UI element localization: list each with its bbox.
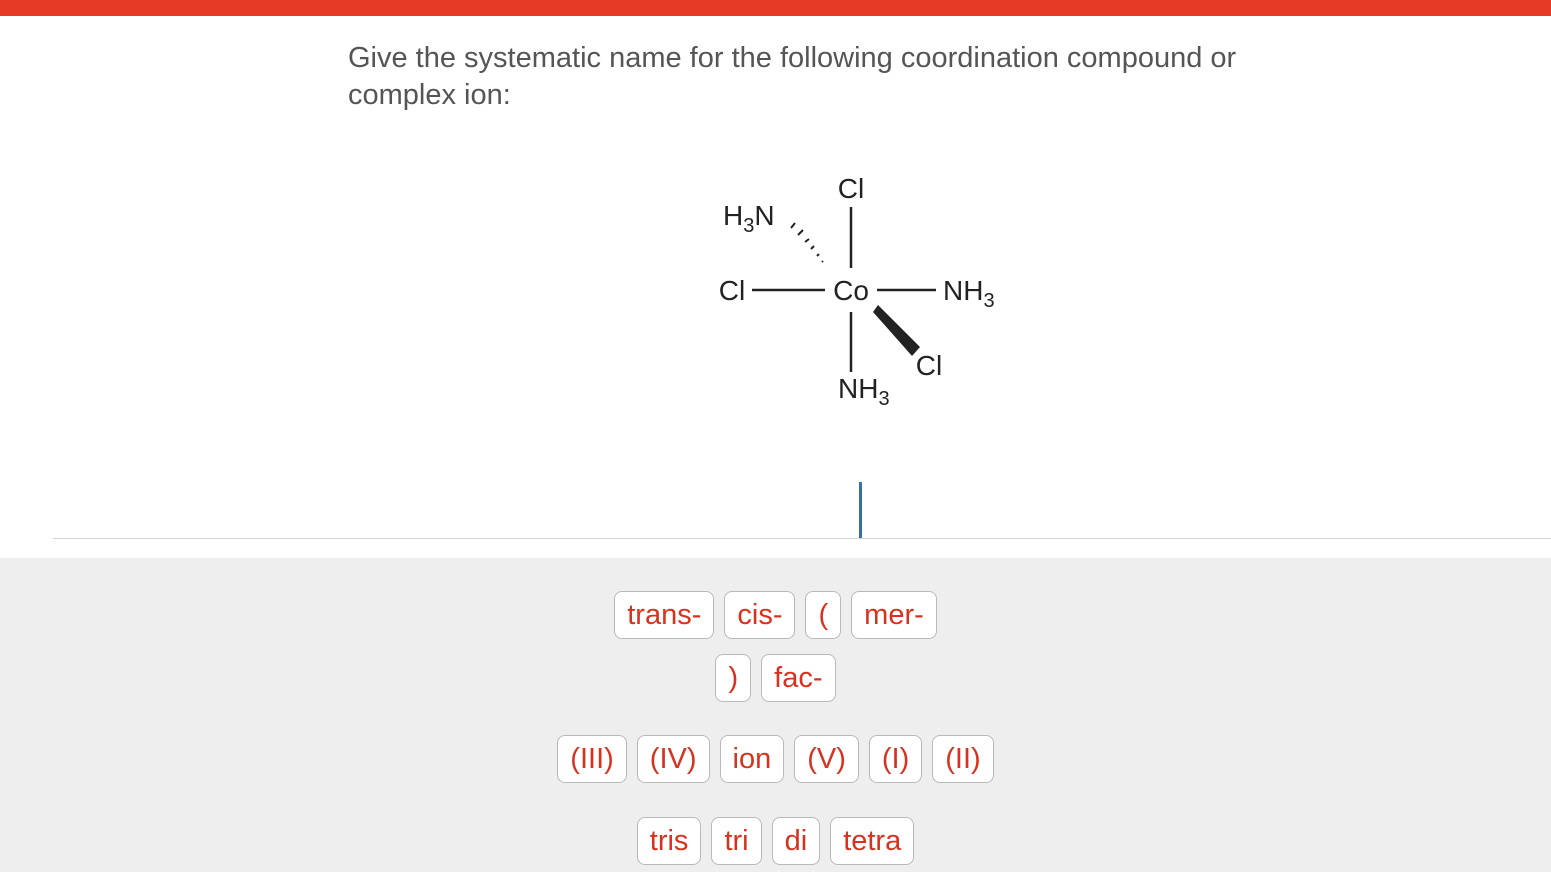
atom-nh3-right: NH3 (943, 275, 995, 312)
bond-hashed-wedge (790, 222, 824, 263)
tile-oxidation-v[interactable]: (V) (794, 735, 859, 783)
tile-tetra[interactable]: tetra (830, 817, 915, 865)
question-text: Give the systematic name for the followi… (348, 42, 1237, 111)
tile-oxidation-iv[interactable]: (IV) (636, 735, 710, 783)
tile-close-paren[interactable]: ) (715, 654, 752, 702)
tile-oxidation-i[interactable]: (I) (868, 735, 923, 783)
tile-bank: trans- cis- ( mer- ) fac- (III) (IV) ion… (0, 558, 1551, 872)
text-cursor (859, 482, 862, 538)
tile-tris[interactable]: tris (636, 817, 702, 865)
tile-row-multipliers: tris tri di tetra (0, 817, 1551, 865)
answer-input-area[interactable] (53, 470, 1551, 539)
tile-cis[interactable]: cis- (724, 591, 796, 639)
tile-di[interactable]: di (771, 817, 821, 865)
tile-mer[interactable]: mer- (851, 591, 937, 639)
tile-oxidation-iii[interactable]: (III) (557, 735, 627, 783)
atom-h3n: H3N (723, 200, 775, 237)
tile-row-prefixes: trans- cis- ( mer- (0, 591, 1551, 639)
tile-tri[interactable]: tri (711, 817, 762, 865)
atom-cl-left: Cl (719, 275, 745, 306)
tile-row-isomer: ) fac- (0, 654, 1551, 702)
tile-oxidation-ii[interactable]: (II) (932, 735, 994, 783)
atom-co: Co (833, 275, 869, 306)
tile-ion[interactable]: ion (719, 735, 785, 783)
tile-row-oxidation: (III) (IV) ion (V) (I) (II) (0, 735, 1551, 783)
bond-solid-wedge (873, 305, 920, 356)
top-accent-bar (0, 0, 1551, 16)
atom-nh3-bottom: NH3 (838, 373, 890, 410)
tile-open-paren[interactable]: ( (805, 591, 842, 639)
atom-cl-lower-right: Cl (916, 350, 942, 381)
atom-cl-top: Cl (838, 173, 864, 204)
tile-trans[interactable]: trans- (614, 591, 715, 639)
tile-fac[interactable]: fac- (761, 654, 836, 702)
